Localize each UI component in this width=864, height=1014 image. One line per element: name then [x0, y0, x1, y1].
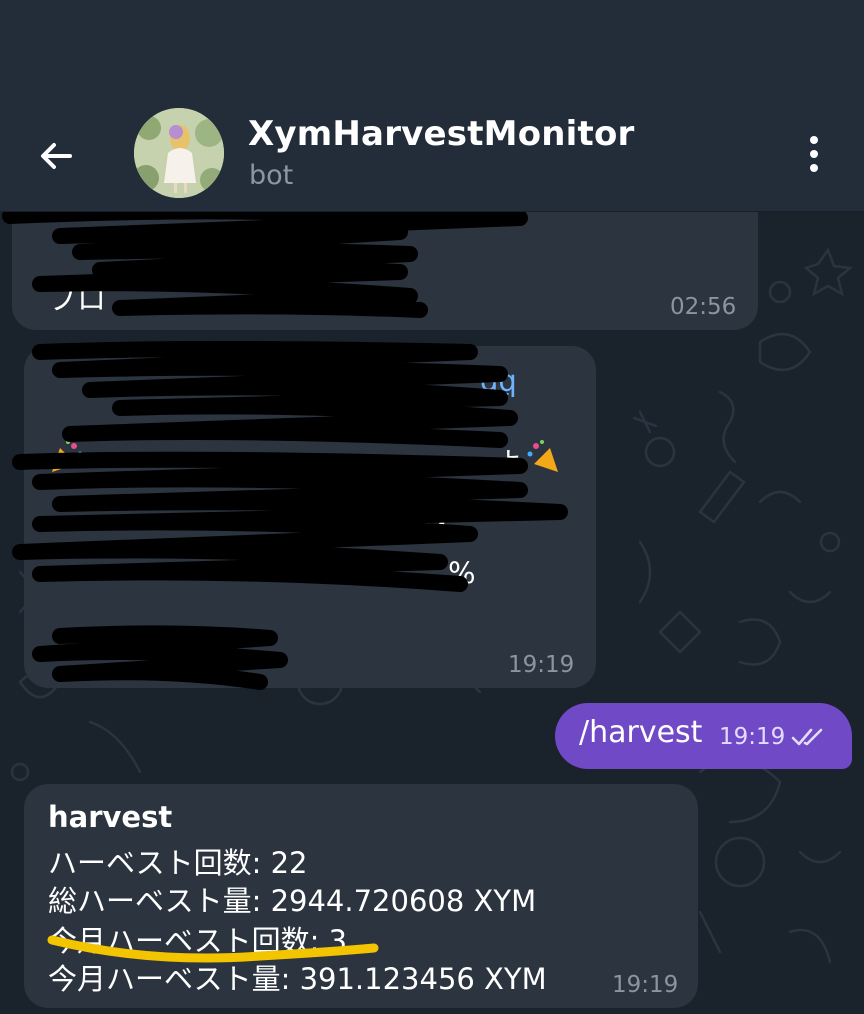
message-time: 02:56	[670, 294, 737, 320]
message-time: 19:19	[508, 652, 575, 678]
message-link[interactable]: gq	[480, 364, 517, 398]
outgoing-message[interactable]: /harvest 19:19	[555, 703, 852, 769]
monthly-harvest-amount: 今月ハーベスト量: 391.123456 XYM	[48, 962, 547, 996]
message-text-end: よ	[494, 446, 524, 480]
message-text: /harvest	[579, 715, 703, 750]
back-button[interactable]	[28, 128, 84, 184]
message-time: 19:19	[612, 972, 679, 998]
message-list[interactable]: ブロ 02:56 gq よ M % 19:19 /harvest 19:19 h…	[0, 212, 864, 1014]
party-popper-icon	[48, 438, 86, 480]
harvest-count: ハーベスト回数: 22	[48, 846, 308, 880]
party-popper-icon	[524, 438, 562, 480]
more-vertical-icon	[810, 136, 818, 144]
message-text-end: %	[448, 556, 476, 590]
back-arrow-icon	[41, 143, 72, 169]
message-time: 19:19	[719, 724, 786, 750]
harvest-total-amount: 総ハーベスト量: 2944.720608 XYM	[48, 884, 537, 918]
message-text: ブロ	[48, 282, 107, 316]
status-bar	[0, 0, 864, 96]
avatar[interactable]	[134, 108, 224, 198]
monthly-harvest-count: 今月ハーベスト回数: 3	[48, 924, 348, 958]
chat-title[interactable]: XymHarvestMonitor	[248, 114, 635, 154]
chat-header: XymHarvestMonitor bot	[0, 96, 864, 212]
double-check-icon	[791, 728, 823, 746]
more-menu-button[interactable]	[796, 130, 832, 178]
harvest-result-message[interactable]: harvest ハーベスト回数: 22 総ハーベスト量: 2944.720608…	[24, 784, 698, 1008]
message-text-end: M	[422, 516, 448, 550]
incoming-message-1[interactable]: ブロ 02:56	[12, 212, 758, 330]
chat-subtitle: bot	[249, 160, 294, 191]
harvest-heading: harvest	[48, 800, 173, 834]
incoming-message-2[interactable]: gq よ M % 19:19	[24, 346, 596, 688]
